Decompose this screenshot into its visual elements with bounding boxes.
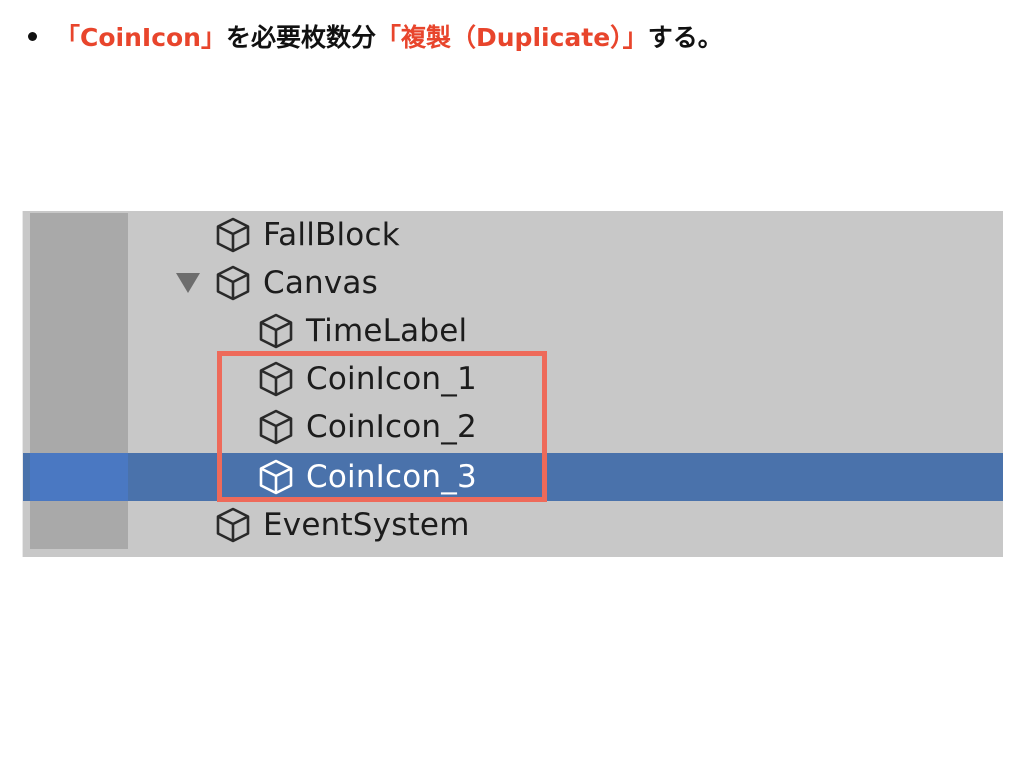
hierarchy-panel: FallBlock Canvas TimeLabel CoinIcon_1 Co… — [22, 211, 1003, 557]
hierarchy-item-label: EventSystem — [263, 507, 470, 543]
hierarchy-item-fallblock[interactable]: FallBlock — [23, 211, 1003, 259]
bullet-icon — [28, 31, 37, 41]
instruction-duplicate: 「複製（Duplicate）」 — [376, 23, 648, 52]
cube-icon — [216, 217, 250, 253]
hierarchy-item-coinicon-3[interactable]: CoinIcon_3 — [23, 453, 1003, 501]
hierarchy-item-canvas[interactable]: Canvas — [23, 259, 1003, 307]
hierarchy-item-label: CoinIcon_2 — [306, 409, 477, 445]
instruction-middle: を必要枚数分 — [225, 23, 376, 52]
expand-arrow-icon[interactable] — [176, 273, 200, 293]
cube-icon — [259, 409, 293, 445]
hierarchy-item-label: TimeLabel — [306, 313, 468, 349]
instruction-text: 「CoinIcon」 を必要枚数分 「複製（Duplicate）」 する。 — [28, 14, 723, 58]
hierarchy-item-label: Canvas — [263, 265, 378, 301]
hierarchy-item-coinicon-2[interactable]: CoinIcon_2 — [23, 403, 1003, 451]
cube-icon — [259, 459, 293, 495]
hierarchy-item-label: FallBlock — [263, 217, 400, 253]
instruction-coinicon: 「CoinIcon」 — [55, 23, 226, 52]
instruction-end: する。 — [647, 23, 723, 52]
hierarchy-item-timelabel[interactable]: TimeLabel — [23, 307, 1003, 355]
hierarchy-item-label: CoinIcon_1 — [306, 361, 477, 397]
hierarchy-item-label: CoinIcon_3 — [306, 459, 477, 495]
hierarchy-item-coinicon-1[interactable]: CoinIcon_1 — [23, 355, 1003, 403]
cube-icon — [216, 265, 250, 301]
cube-icon — [259, 313, 293, 349]
cube-icon — [259, 361, 293, 397]
cube-icon — [216, 507, 250, 543]
hierarchy-item-eventsystem[interactable]: EventSystem — [23, 501, 1003, 549]
